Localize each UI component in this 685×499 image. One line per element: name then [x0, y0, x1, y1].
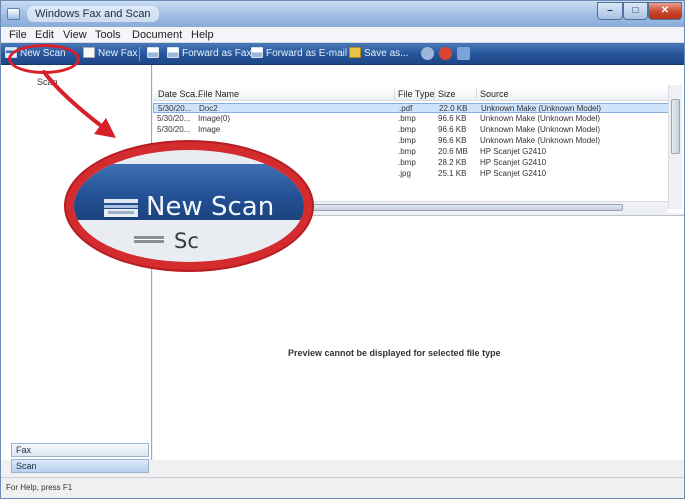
menu-file[interactable]: File: [9, 28, 27, 42]
minimize-button[interactable]: –: [597, 2, 623, 20]
forward-as-email-button[interactable]: Forward as E-mail: [251, 46, 347, 62]
table-cell: 96.6 KB: [438, 136, 467, 145]
table-cell: Unknown Make (Unknown Model): [480, 114, 601, 123]
table-cell: 5/30/20...: [157, 125, 191, 134]
table-cell: .bmp: [398, 114, 416, 123]
column-file-name[interactable]: File Name: [195, 87, 395, 101]
menu-help[interactable]: Help: [191, 28, 214, 42]
fax-icon: [83, 47, 95, 58]
status-bar: For Help, press F1: [1, 477, 684, 498]
zoomed-new-scan-label: New Scan: [146, 192, 275, 222]
forward-email-icon: [251, 47, 263, 58]
table-cell: 5/30/20...: [157, 114, 191, 123]
zoom-callout-content: New Scan Sc: [74, 150, 304, 262]
scan-view-tab[interactable]: Scan: [11, 459, 149, 473]
menu-edit[interactable]: Edit: [35, 28, 54, 42]
table-cell: 5/30/20...: [158, 104, 192, 113]
table-cell: HP Scanjet G2410: [480, 158, 547, 167]
save-icon: [349, 47, 361, 58]
table-cell: .bmp: [398, 158, 416, 167]
scrollbar-thumb[interactable]: [671, 99, 680, 154]
save-as-label: Save as...: [364, 48, 409, 59]
table-row[interactable]: 5/30/20... Image .bmp 96.6 KB Unknown Make (…: [153, 125, 670, 135]
maximize-button[interactable]: □: [623, 2, 648, 20]
title-bar[interactable]: Windows Fax and Scan – □ ✕: [1, 1, 684, 27]
window-title: Windows Fax and Scan: [27, 6, 159, 22]
forward-email-label: Forward as E-mail: [266, 48, 348, 59]
menu-bar: File Edit View Tools Document Help: [1, 27, 684, 43]
scan-folder-node[interactable]: Scan: [37, 77, 58, 87]
list-vertical-scrollbar[interactable]: [668, 85, 682, 209]
table-cell: .bmp: [398, 125, 416, 134]
help-icon[interactable]: [457, 47, 470, 60]
table-cell: Unknown Make (Unknown Model): [481, 104, 602, 113]
menu-view[interactable]: View: [63, 28, 87, 42]
folder-pane: Scan: [1, 65, 152, 460]
column-size[interactable]: Size: [435, 87, 477, 101]
status-text: For Help, press F1: [6, 483, 73, 492]
zoomed-toolbar: New Scan: [74, 164, 304, 222]
table-cell: 28.2 KB: [438, 158, 467, 167]
table-cell: .bmp: [398, 147, 416, 156]
table-cell: .jpg: [398, 169, 411, 178]
toolbar: New Scan New Fax Forward as Fax Forward …: [1, 43, 684, 65]
column-source[interactable]: Source: [477, 87, 670, 101]
zoomed-partial-text: Sc: [174, 229, 199, 253]
scrollbar-thumb[interactable]: [293, 204, 623, 211]
print-icon: [147, 47, 159, 58]
scan-icon: [134, 236, 164, 243]
table-cell: 96.6 KB: [438, 114, 467, 123]
table-row[interactable]: 5/30/20... Image(0) .bmp 96.6 KB Unknown Mak…: [153, 114, 670, 124]
new-fax-button[interactable]: New Fax: [83, 46, 137, 62]
table-row[interactable]: 5/30/20... Doc2 .pdf 22.0 KB Unknown Make (U…: [153, 103, 670, 113]
table-cell: .pdf: [399, 104, 413, 113]
table-cell: .bmp: [398, 136, 416, 145]
close-button[interactable]: ✕: [648, 2, 682, 20]
forward-fax-icon: [167, 47, 179, 58]
save-as-button[interactable]: Save as...: [349, 46, 408, 62]
zoom-callout: New Scan Sc: [66, 142, 312, 270]
menu-tools[interactable]: Tools: [95, 28, 121, 42]
properties-icon[interactable]: [421, 47, 434, 60]
table-row[interactable]: .bmp 96.6 KB Unknown Make (Unknown Model): [153, 136, 670, 146]
table-cell: HP Scanjet G2410: [480, 147, 547, 156]
column-date-scanned[interactable]: Date Sca...: [155, 87, 203, 101]
delete-icon[interactable]: [439, 47, 452, 60]
table-cell: Unknown Make (Unknown Model): [480, 125, 601, 134]
preview-message: Preview cannot be displayed for selected…: [288, 348, 501, 358]
fax-view-tab[interactable]: Fax: [11, 443, 149, 457]
forward-fax-label: Forward as Fax: [182, 48, 252, 59]
table-cell: Image(0): [198, 114, 231, 123]
table-cell: Unknown Make (Unknown Model): [480, 136, 601, 145]
forward-as-fax-button[interactable]: Forward as Fax: [167, 46, 251, 62]
table-cell: 96.6 KB: [438, 125, 467, 134]
app-icon: [7, 8, 20, 20]
toolbar-separator: [139, 47, 140, 61]
print-button[interactable]: [147, 46, 162, 62]
table-cell: Doc2: [199, 104, 218, 113]
scanner-icon: [104, 199, 138, 217]
table-cell: Image: [198, 125, 221, 134]
column-file-type[interactable]: File Type: [395, 87, 435, 101]
menu-document[interactable]: Document: [132, 28, 182, 42]
new-fax-label: New Fax: [98, 48, 138, 59]
table-cell: 22.0 KB: [439, 104, 468, 113]
table-cell: HP Scanjet G2410: [480, 169, 547, 178]
highlight-circle: [8, 44, 80, 74]
table-cell: 20.6 MB: [438, 147, 468, 156]
table-cell: 25.1 KB: [438, 169, 467, 178]
